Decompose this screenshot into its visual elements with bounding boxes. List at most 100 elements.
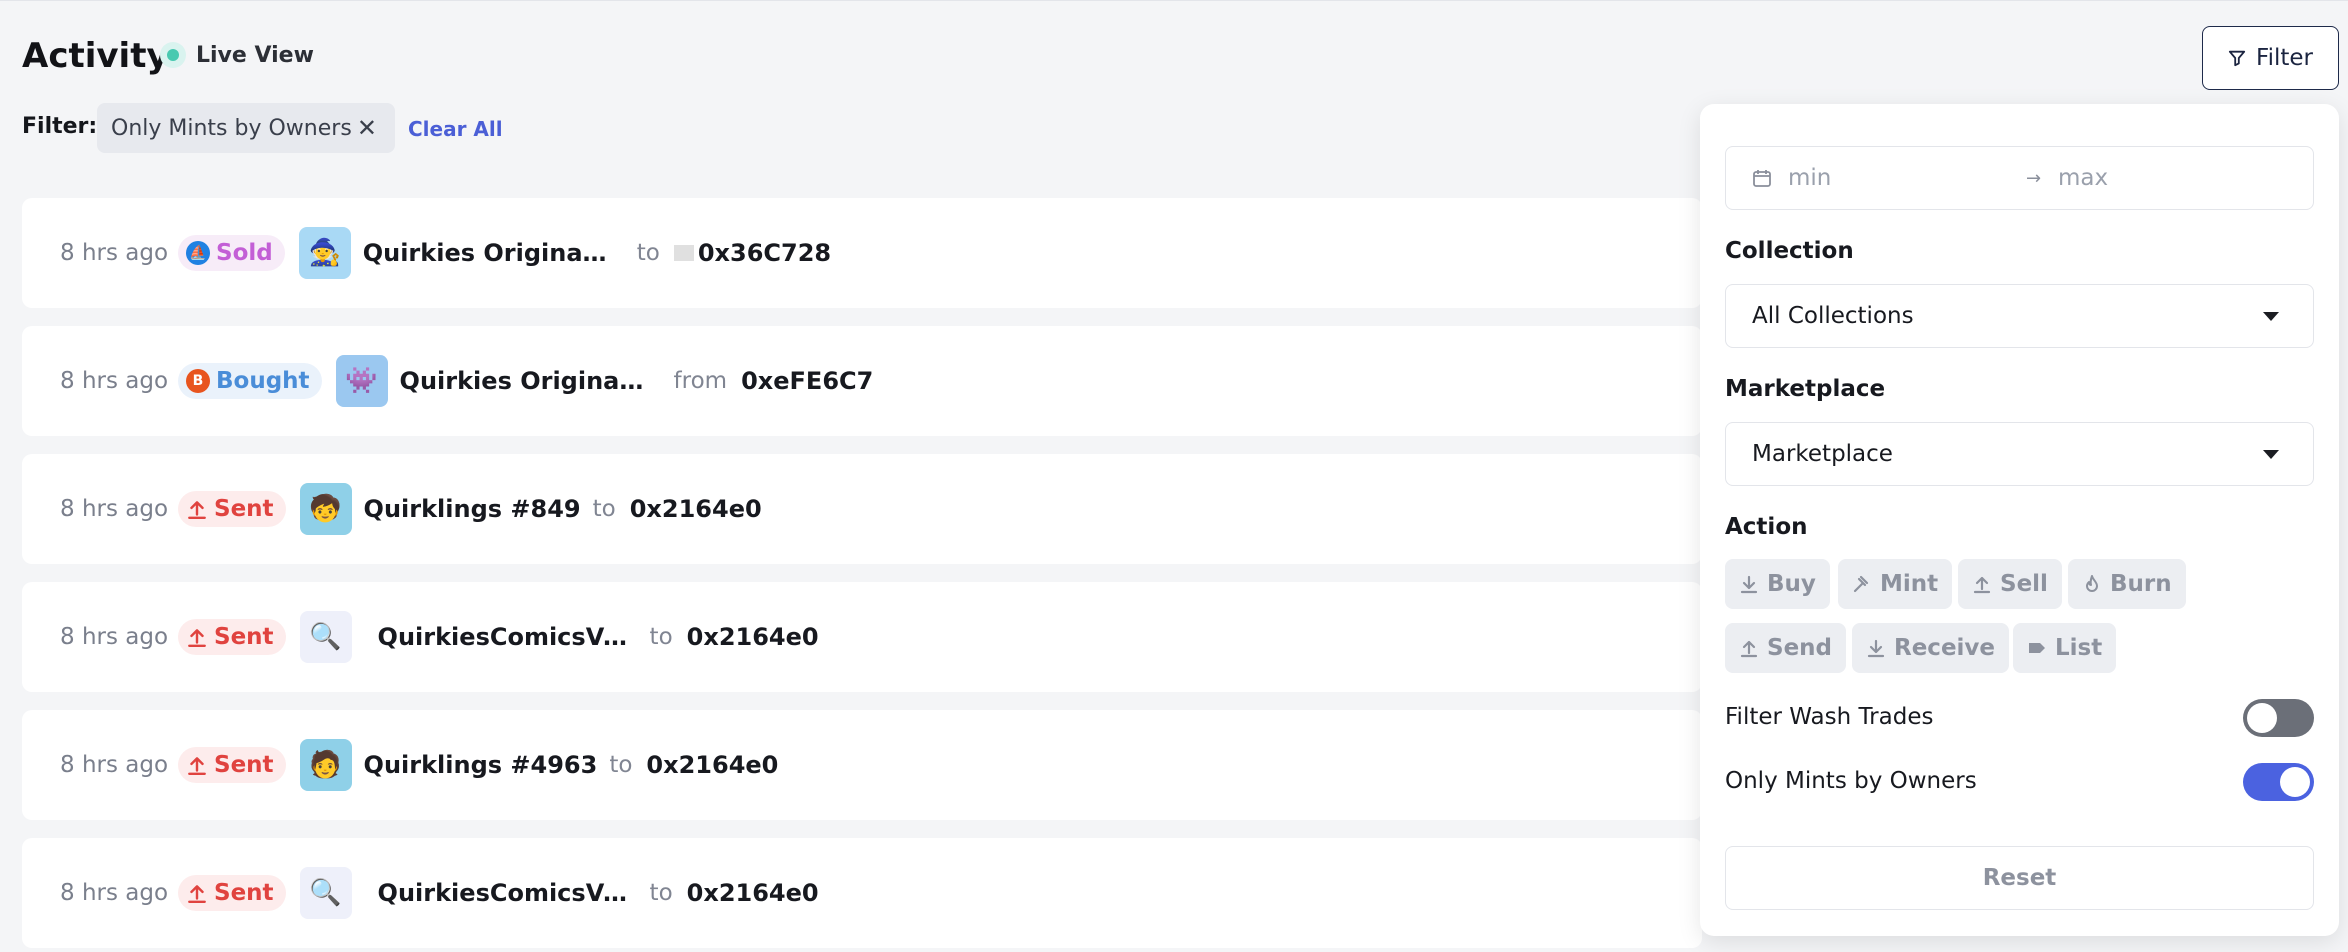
- activity-time: 8 hrs ago: [60, 752, 169, 778]
- action-send-label: Send: [1767, 635, 1833, 661]
- collection-select-value: All Collections: [1752, 303, 1914, 329]
- marketplace-label: Marketplace: [1725, 376, 1886, 402]
- arrow-right-icon: →: [2026, 167, 2042, 189]
- page-title: Activity: [22, 36, 169, 76]
- nft-thumbnail[interactable]: 👾: [335, 355, 388, 407]
- activity-row[interactable]: 8 hrs ago Sent 🔍 QuirkiesComicsVol1 ... …: [22, 838, 1702, 948]
- close-icon[interactable]: ✕: [357, 116, 377, 140]
- activity-time: 8 hrs ago: [60, 880, 169, 906]
- download-icon: [1867, 639, 1885, 658]
- collection-select[interactable]: All Collections: [1725, 284, 2314, 348]
- range-max-input[interactable]: max: [2058, 165, 2108, 191]
- top-divider: [0, 0, 2348, 1]
- reset-button[interactable]: Reset: [1725, 846, 2314, 910]
- action-badge-label: Bought: [216, 368, 310, 394]
- activity-time: 8 hrs ago: [60, 624, 169, 650]
- opensea-icon: ⛵: [186, 241, 210, 265]
- clear-all-link[interactable]: Clear All: [408, 117, 503, 141]
- action-send-button[interactable]: Send: [1725, 623, 1847, 673]
- action-list-button[interactable]: List: [2013, 623, 2117, 673]
- activity-time: 8 hrs ago: [60, 496, 169, 522]
- mints-by-owners-label: Only Mints by Owners: [1725, 768, 1977, 794]
- action-badge: B Bought: [178, 363, 322, 399]
- address-link[interactable]: 0x2164e0: [687, 879, 819, 907]
- action-badge-label: Sent: [214, 496, 274, 522]
- date-range-input[interactable]: min → max: [1725, 146, 2314, 210]
- address-link[interactable]: 0x2164e0: [630, 495, 762, 523]
- activity-row[interactable]: 8 hrs ago B Bought 👾 Quirkies Originals …: [22, 326, 1702, 436]
- wash-trades-toggle[interactable]: [2243, 699, 2314, 737]
- toggle-knob: [2247, 703, 2277, 733]
- address-link[interactable]: 0x2164e0: [687, 623, 819, 651]
- nft-thumbnail[interactable]: 🔍: [299, 611, 352, 663]
- live-view-label: Live View: [196, 42, 314, 68]
- filter-chip[interactable]: Only Mints by Owners ✕: [97, 103, 395, 153]
- action-badge-label: Sent: [214, 752, 274, 778]
- wash-trades-label: Filter Wash Trades: [1725, 704, 1934, 730]
- action-badge-label: Sent: [214, 624, 274, 650]
- calendar-icon: [1753, 170, 1771, 187]
- nft-name-link[interactable]: Quirklings #849: [364, 495, 581, 523]
- direction-label: from: [673, 368, 728, 394]
- live-view-indicator: Live View: [160, 42, 314, 68]
- nft-name-link[interactable]: Quirkies Originals #...: [363, 239, 615, 267]
- action-receive-button[interactable]: Receive: [1852, 623, 2010, 673]
- action-buy-button[interactable]: Buy: [1725, 559, 1830, 609]
- blur-icon: B: [186, 369, 210, 393]
- upload-icon: [188, 629, 206, 648]
- nft-name-link[interactable]: QuirkiesComicsVol1 ...: [378, 879, 628, 907]
- download-icon: [1740, 575, 1758, 594]
- mints-by-owners-toggle[interactable]: [2243, 763, 2314, 801]
- address-link[interactable]: 0xeFE6C7: [741, 367, 873, 395]
- address-link[interactable]: 0x2164e0: [646, 751, 778, 779]
- direction-label: to: [609, 752, 633, 778]
- nft-thumbnail[interactable]: 🧑: [299, 739, 352, 791]
- upload-icon: [1973, 576, 1991, 594]
- direction-label: to: [636, 240, 660, 266]
- action-badge: Sent: [178, 747, 286, 783]
- direction-label: to: [649, 624, 673, 650]
- activity-row[interactable]: 8 hrs ago ⛵ Sold 🧙 Quirkies Originals #.…: [22, 198, 1702, 308]
- action-mint-label: Mint: [1880, 571, 1939, 597]
- range-min-input[interactable]: min: [1788, 165, 1831, 191]
- action-badge: Sent: [178, 619, 286, 655]
- activity-time: 8 hrs ago: [60, 240, 169, 266]
- nft-thumbnail[interactable]: 🧙: [298, 227, 351, 279]
- marketplace-select-value: Marketplace: [1752, 441, 1893, 467]
- filter-panel: min → max Collection All Collections Mar…: [1700, 104, 2339, 936]
- chevron-down-icon: [2263, 311, 2279, 321]
- marketplace-select[interactable]: Marketplace: [1725, 422, 2314, 486]
- filter-chip-label: Only Mints by Owners: [111, 115, 352, 141]
- activity-row[interactable]: 8 hrs ago Sent 🔍 QuirkiesComicsVol1 ... …: [22, 582, 1702, 692]
- action-burn-label: Burn: [2110, 571, 2172, 597]
- hammer-icon: [1853, 575, 1869, 593]
- activity-time: 8 hrs ago: [60, 368, 169, 394]
- filter-button[interactable]: Filter: [2202, 26, 2339, 90]
- upload-icon: [188, 885, 206, 904]
- address-link[interactable]: 0x36C728: [698, 239, 831, 267]
- flame-icon: [2086, 575, 2098, 592]
- live-dot-icon: [160, 42, 186, 68]
- action-badge: Sent: [178, 491, 286, 527]
- direction-label: to: [649, 880, 673, 906]
- filter-label: Filter:: [22, 114, 98, 139]
- action-buy-label: Buy: [1767, 571, 1816, 597]
- nft-name-link[interactable]: QuirkiesComicsVol1 ...: [378, 623, 628, 651]
- action-sell-button[interactable]: Sell: [1958, 559, 2062, 609]
- action-burn-button[interactable]: Burn: [2068, 559, 2186, 609]
- action-mint-button[interactable]: Mint: [1838, 559, 1953, 609]
- tag-icon: [2029, 643, 2045, 653]
- action-label: Action: [1725, 514, 1808, 540]
- nft-thumbnail[interactable]: 🧒: [299, 483, 352, 535]
- action-badge: ⛵ Sold: [178, 235, 285, 271]
- action-list-label: List: [2055, 635, 2103, 661]
- activity-row[interactable]: 8 hrs ago Sent 🧒 Quirklings #849 to 0x21…: [22, 454, 1702, 564]
- upload-icon: [1740, 640, 1758, 658]
- nft-name-link[interactable]: Quirkies Originals #...: [400, 367, 652, 395]
- nft-name-link[interactable]: Quirklings #4963: [364, 751, 598, 779]
- nft-thumbnail[interactable]: 🔍: [299, 867, 352, 919]
- collection-label: Collection: [1725, 238, 1854, 264]
- activity-row[interactable]: 8 hrs ago Sent 🧑 Quirklings #4963 to 0x2…: [22, 710, 1702, 820]
- action-badge-label: Sold: [216, 240, 273, 266]
- filter-button-label: Filter: [2256, 45, 2313, 71]
